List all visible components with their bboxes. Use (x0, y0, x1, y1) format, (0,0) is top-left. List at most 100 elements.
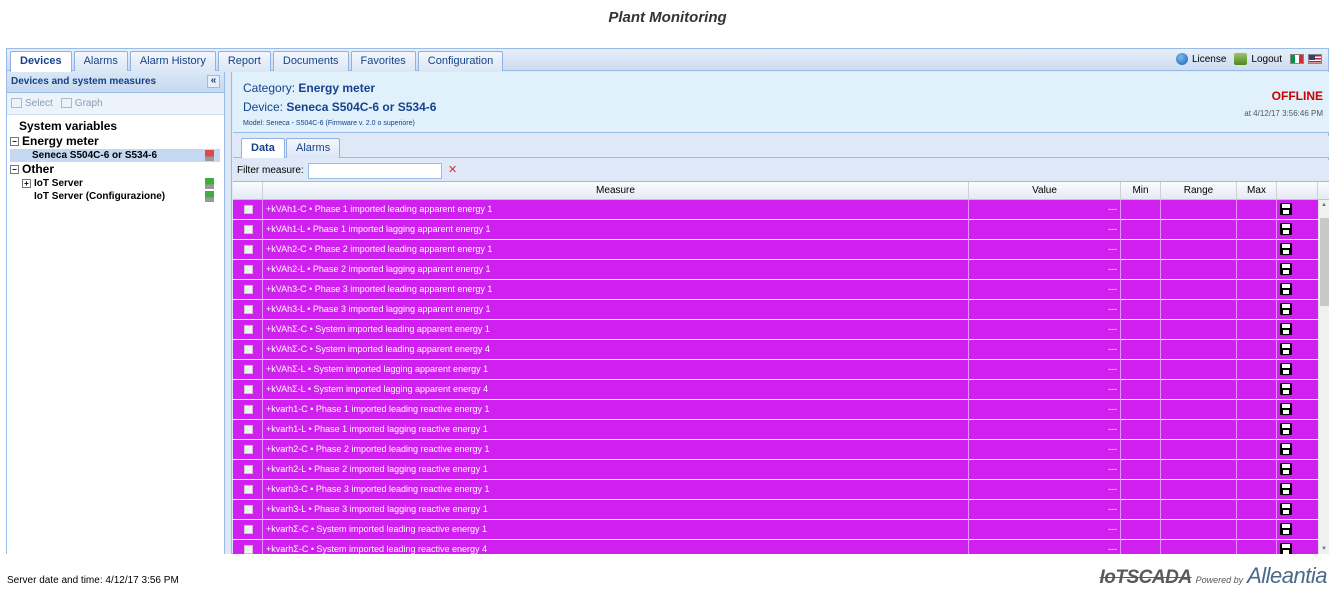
table-row[interactable]: +kVAhΣ-L • System imported lagging appar… (233, 380, 1318, 400)
alleantia-logo: Alleantia (1247, 563, 1327, 588)
tab-alarm-history[interactable]: Alarm History (129, 51, 216, 71)
scrollbar-thumb[interactable] (1320, 218, 1329, 306)
table-row[interactable]: +kvarh3-L • Phase 3 imported lagging rea… (233, 500, 1318, 520)
table-row[interactable]: +kvarh2-L • Phase 2 imported lagging rea… (233, 460, 1318, 480)
tab-documents[interactable]: Documents (272, 51, 349, 71)
table-row[interactable]: +kvarh3-C • Phase 3 imported leading rea… (233, 480, 1318, 500)
save-icon[interactable] (1280, 463, 1292, 475)
tree-energy-meter[interactable]: − Energy meter (10, 134, 224, 149)
panel-splitter[interactable] (225, 72, 232, 554)
save-icon[interactable] (1280, 423, 1292, 435)
tree-other[interactable]: − Other (10, 162, 224, 177)
select-button[interactable]: Select (11, 93, 53, 115)
save-icon[interactable] (1280, 523, 1292, 535)
save-icon[interactable] (1280, 343, 1292, 355)
table-row[interactable]: +kVAhΣ-C • System imported leading appar… (233, 320, 1318, 340)
expand-node-icon[interactable]: + (22, 178, 31, 188)
header-value[interactable]: Value (969, 182, 1121, 200)
save-icon[interactable] (1280, 323, 1292, 335)
row-checkbox[interactable] (244, 365, 253, 374)
header-range[interactable]: Range (1161, 182, 1237, 200)
table-row[interactable]: +kVAh2-L • Phase 2 imported lagging appa… (233, 260, 1318, 280)
row-checkbox[interactable] (244, 385, 253, 394)
save-icon[interactable] (1280, 263, 1292, 275)
clear-filter-icon[interactable]: ✕ (448, 163, 457, 176)
value-cell: --- (969, 280, 1121, 300)
table-row[interactable]: +kVAhΣ-C • System imported leading appar… (233, 340, 1318, 360)
header-max[interactable]: Max (1237, 182, 1277, 200)
tab-devices[interactable]: Devices (10, 51, 72, 72)
tree-device-seneca[interactable]: Seneca S504C-6 or S534-6 (10, 149, 220, 162)
min-cell (1121, 380, 1161, 400)
logout-link[interactable]: Logout (1251, 54, 1282, 65)
collapse-panel-button[interactable]: « (207, 75, 220, 88)
row-checkbox[interactable] (244, 545, 253, 554)
table-row[interactable]: +kvarhΣ-C • System imported leading reac… (233, 540, 1318, 554)
table-row[interactable]: +kvarh2-C • Phase 2 imported leading rea… (233, 440, 1318, 460)
save-icon[interactable] (1280, 303, 1292, 315)
range-cell (1161, 220, 1237, 240)
logout-icon[interactable] (1234, 53, 1248, 65)
status-timestamp: at 4/12/17 3:56:46 PM (1244, 109, 1323, 118)
header-measure[interactable]: Measure (263, 182, 969, 200)
save-icon[interactable] (1280, 223, 1292, 235)
collapse-node-icon[interactable]: − (10, 137, 19, 147)
italian-flag-icon[interactable] (1290, 54, 1304, 64)
graph-button[interactable]: Graph (60, 93, 103, 115)
row-checkbox[interactable] (244, 405, 253, 414)
save-icon[interactable] (1280, 443, 1292, 455)
table-row[interactable]: +kVAh2-C • Phase 2 imported leading appa… (233, 240, 1318, 260)
row-checkbox[interactable] (244, 325, 253, 334)
row-checkbox[interactable] (244, 265, 253, 274)
table-row[interactable]: +kvarh1-C • Phase 1 imported leading rea… (233, 400, 1318, 420)
tab-data[interactable]: Data (241, 138, 285, 158)
save-icon[interactable] (1280, 503, 1292, 515)
row-checkbox[interactable] (244, 445, 253, 454)
license-link[interactable]: License (1192, 54, 1226, 65)
row-checkbox[interactable] (244, 505, 253, 514)
tree-system-variables[interactable]: System variables (10, 119, 224, 134)
table-row[interactable]: +kvarhΣ-C • System imported leading reac… (233, 520, 1318, 540)
table-row[interactable]: +kVAh1-C • Phase 1 imported leading appa… (233, 200, 1318, 220)
collapse-node-icon[interactable]: − (10, 165, 19, 175)
row-checkbox[interactable] (244, 225, 253, 234)
table-row[interactable]: +kVAhΣ-L • System imported lagging appar… (233, 360, 1318, 380)
row-checkbox[interactable] (244, 205, 253, 214)
table-row[interactable]: +kVAh3-L • Phase 3 imported lagging appa… (233, 300, 1318, 320)
header-min[interactable]: Min (1121, 182, 1161, 200)
tab-device-alarms[interactable]: Alarms (286, 138, 341, 158)
tree-iot-server-config[interactable]: IoT Server (Configurazione) (10, 190, 220, 203)
row-checkbox[interactable] (244, 345, 253, 354)
tab-configuration[interactable]: Configuration (417, 51, 504, 71)
info-icon[interactable] (1175, 53, 1188, 65)
save-icon[interactable] (1280, 363, 1292, 375)
row-checkbox[interactable] (244, 285, 253, 294)
tree-iot-server[interactable]: + IoT Server (10, 177, 220, 190)
save-icon[interactable] (1280, 403, 1292, 415)
save-icon[interactable] (1280, 283, 1292, 295)
save-icon[interactable] (1280, 203, 1292, 215)
row-checkbox[interactable] (244, 525, 253, 534)
grid-scrollbar[interactable]: ▲ ▼ (1318, 200, 1329, 554)
row-select-cell (233, 360, 263, 380)
row-checkbox[interactable] (244, 465, 253, 474)
tab-favorites[interactable]: Favorites (350, 51, 416, 71)
save-icon[interactable] (1280, 483, 1292, 495)
table-row[interactable]: +kvarh1-L • Phase 1 imported lagging rea… (233, 420, 1318, 440)
header-select[interactable] (233, 182, 263, 200)
filter-measure-input[interactable] (308, 163, 442, 179)
tab-report[interactable]: Report (217, 51, 271, 71)
save-icon[interactable] (1280, 243, 1292, 255)
tab-alarms[interactable]: Alarms (73, 51, 128, 71)
table-row[interactable]: +kVAh3-C • Phase 3 imported leading appa… (233, 280, 1318, 300)
row-checkbox[interactable] (244, 425, 253, 434)
brand-logo: IoTSCADA Powered by Alleantia (1100, 563, 1328, 589)
save-icon[interactable] (1280, 383, 1292, 395)
row-checkbox[interactable] (244, 485, 253, 494)
value-cell: --- (969, 300, 1121, 320)
row-checkbox[interactable] (244, 245, 253, 254)
english-flag-icon[interactable] (1308, 54, 1322, 64)
table-row[interactable]: +kVAh1-L • Phase 1 imported lagging appa… (233, 220, 1318, 240)
save-icon[interactable] (1280, 543, 1292, 554)
row-checkbox[interactable] (244, 305, 253, 314)
